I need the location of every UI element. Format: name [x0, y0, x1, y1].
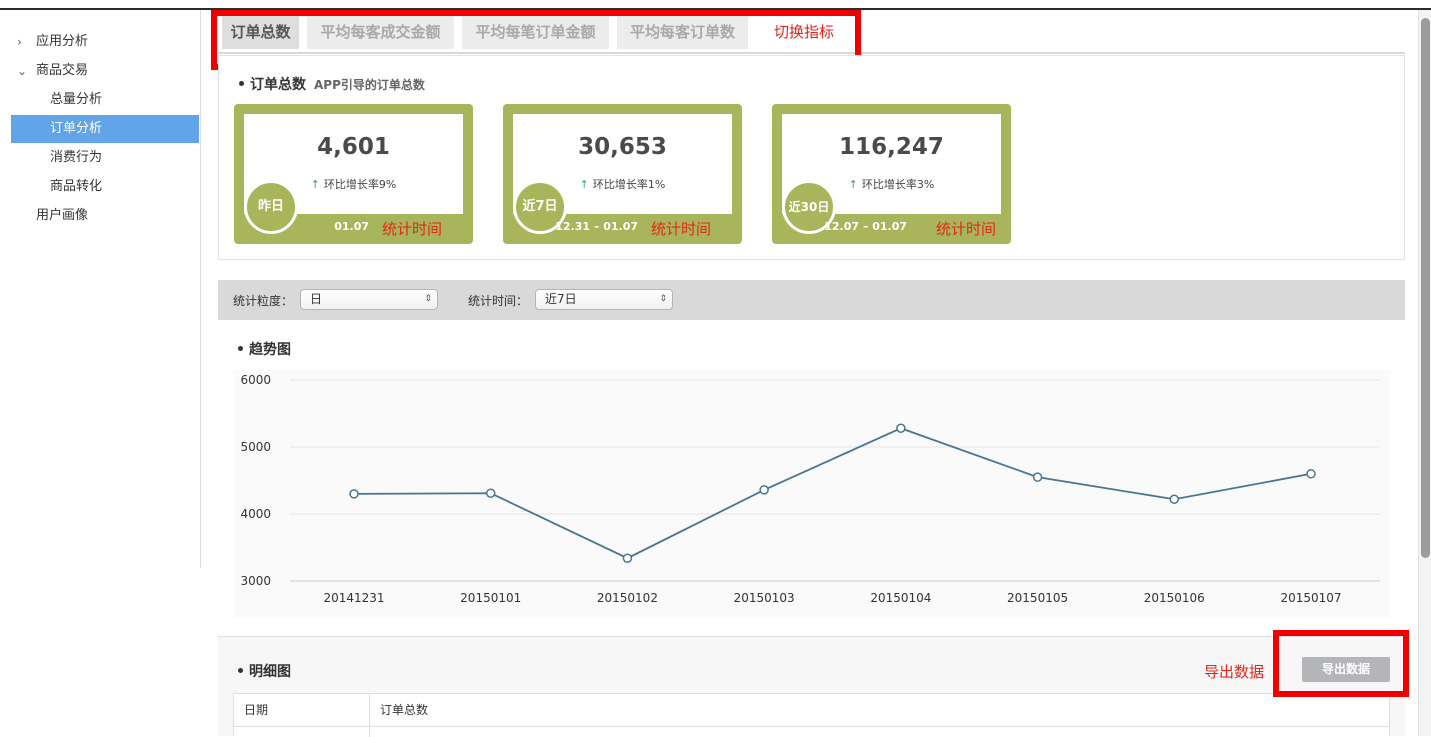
sidebar-item-label: 商品转化 — [50, 179, 103, 194]
tab-avg-order-amount[interactable]: 平均每笔订单金额 — [462, 15, 609, 49]
sidebar-item-label: 应用分析 — [36, 34, 89, 49]
card-value: 116,247 — [839, 134, 944, 160]
y-tick-label: 3000 — [240, 574, 271, 588]
data-point — [1032, 472, 1043, 482]
bullet-icon — [238, 667, 243, 673]
time-range-value: 近7日 — [545, 292, 577, 306]
data-point — [1306, 469, 1316, 479]
data-point — [485, 488, 496, 498]
data-point — [1169, 494, 1180, 505]
summary-title: 订单总数 APP引导的订单总数 — [239, 74, 425, 94]
tab-avg-customer-amount[interactable]: 平均每客成交金额 — [307, 15, 454, 49]
trend-title-text: 趋势图 — [249, 342, 291, 358]
sidebar-item-app-analysis[interactable]: › 应用分析 — [11, 28, 199, 56]
metric-tabs: 订单总数 平均每客成交金额 平均每笔订单金额 平均每客订单数 切换指标 — [218, 12, 1405, 54]
sidebar-nav: › 应用分析 ⌄ 商品交易 总量分析 订单分析 消费行为 商品转化 用户画像 — [0, 10, 201, 568]
x-tick-label: 20150102 — [597, 591, 658, 605]
card-date-range: 01.07 — [334, 220, 369, 233]
arrow-up-icon: ↑ — [310, 178, 320, 191]
export-annotation: 导出数据 — [1204, 663, 1265, 681]
chevron-down-icon: ⌄ — [17, 64, 28, 78]
x-tick-label: 20150101 — [460, 591, 521, 605]
card-date-range: 12.07 – 01.07 — [824, 220, 907, 233]
detail-table: 日期 订单总数 — [233, 693, 1390, 737]
granularity-label: 统计粒度： — [233, 294, 294, 308]
sidebar-item-order-analysis[interactable]: 订单分析 — [11, 115, 199, 143]
card-value: 4,601 — [317, 134, 390, 160]
time-range-label: 统计时间： — [468, 294, 529, 308]
tab-avg-customer-orders[interactable]: 平均每客订单数 — [617, 15, 748, 49]
card-period-badge: 昨日 — [244, 180, 298, 234]
data-point — [896, 423, 906, 433]
granularity-value: 日 — [310, 292, 323, 306]
card-date-range: 12.31 – 01.07 — [555, 220, 638, 233]
chevron-right-icon: › — [17, 35, 22, 49]
bullet-icon — [238, 345, 243, 351]
switch-metric-annotation: 切换指标 — [774, 23, 835, 41]
card-value: 30,653 — [578, 134, 667, 160]
sidebar-item-product-conversion[interactable]: 商品转化 — [11, 173, 199, 201]
window-top-border — [0, 0, 1431, 10]
detail-title: 明细图 — [238, 661, 291, 681]
filter-bar: 统计粒度： 日 ⇕ 统计时间： 近7日 ⇕ — [218, 280, 1405, 320]
trend-chart: 3000 4000 5000 6000 20141231 20150101 20150102… — [234, 370, 1390, 618]
data-point — [349, 489, 359, 499]
y-tick-label: 5000 — [240, 440, 271, 454]
updown-icon: ⇕ — [424, 294, 432, 304]
card-growth-text: 环比增长率9% — [323, 178, 397, 191]
card-growth-text: 环比增长率3% — [861, 178, 935, 191]
summary-title-text: 订单总数 — [250, 77, 306, 93]
x-tick-label: 20150107 — [1280, 591, 1341, 605]
updown-icon: ⇕ — [659, 294, 667, 304]
stat-time-annotation: 统计时间 — [936, 220, 997, 238]
time-range-select[interactable]: 近7日 ⇕ — [535, 289, 673, 310]
sidebar-item-label: 消费行为 — [50, 150, 103, 165]
stat-time-annotation: 统计时间 — [651, 220, 712, 238]
detail-panel: 明细图 导出数据 导出数据 日期 订单总数 — [218, 637, 1405, 737]
stat-card-7days: 30,653 ↑ 环比增长率1% 近7日 12.31 – 01.07 统计时间 — [503, 104, 742, 244]
granularity-select[interactable]: 日 ⇕ — [300, 289, 438, 310]
sidebar-item-product-trade[interactable]: ⌄ 商品交易 — [11, 57, 199, 85]
sidebar-item-consumer-behavior[interactable]: 消费行为 — [11, 144, 199, 172]
detail-title-text: 明细图 — [249, 664, 291, 680]
sidebar-item-label: 订单分析 — [50, 121, 103, 136]
stat-time-annotation: 统计时间 — [382, 220, 443, 238]
sidebar-item-total-analysis[interactable]: 总量分析 — [11, 86, 199, 114]
bullet-icon — [239, 80, 244, 86]
card-growth-text: 环比增长率1% — [592, 178, 666, 191]
summary-panel: 订单总数 APP引导的订单总数 4,601 ↑ 环比增长率9% 昨日 01.07 统… — [218, 55, 1405, 260]
arrow-up-icon: ↑ — [848, 178, 858, 191]
sidebar-item-label: 商品交易 — [36, 63, 89, 78]
tab-order-total[interactable]: 订单总数 — [222, 15, 299, 49]
y-tick-label: 6000 — [240, 373, 271, 387]
y-tick-label: 4000 — [240, 507, 271, 521]
data-point — [622, 553, 633, 563]
column-header-order-total: 订单总数 — [380, 703, 429, 717]
stat-card-30days: 116,247 ↑ 环比增长率3% 近30日 12.07 – 01.07 统计时间 — [772, 104, 1011, 244]
x-tick-label: 20141231 — [323, 591, 384, 605]
series-line — [353, 427, 1312, 560]
trend-chart-svg: 3000 4000 5000 6000 20141231 20150101 20150102… — [240, 373, 1380, 605]
x-tick-label: 20150106 — [1144, 591, 1205, 605]
scrollbar-thumb[interactable] — [1421, 18, 1430, 558]
sidebar-item-label: 总量分析 — [50, 92, 103, 107]
export-data-button[interactable]: 导出数据 — [1302, 657, 1390, 682]
x-tick-label: 20150105 — [1007, 591, 1068, 605]
vertical-scrollbar[interactable] — [1418, 10, 1431, 736]
x-tick-label: 20150103 — [734, 591, 795, 605]
x-tick-label: 20150104 — [870, 591, 931, 605]
table-divider — [234, 726, 1389, 727]
stat-card-yesterday: 4,601 ↑ 环比增长率9% 昨日 01.07 统计时间 — [234, 104, 473, 244]
sidebar-item-user-profile[interactable]: 用户画像 — [11, 202, 199, 230]
sidebar-item-label: 用户画像 — [36, 208, 89, 223]
arrow-up-icon: ↑ — [579, 178, 589, 191]
data-point — [759, 485, 769, 495]
trend-panel: 趋势图 3000 4000 5000 6000 20141231 20150101 2015… — [218, 320, 1405, 637]
summary-subtitle: APP引导的订单总数 — [314, 78, 425, 92]
column-header-date: 日期 — [234, 694, 370, 737]
trend-title: 趋势图 — [238, 339, 291, 359]
